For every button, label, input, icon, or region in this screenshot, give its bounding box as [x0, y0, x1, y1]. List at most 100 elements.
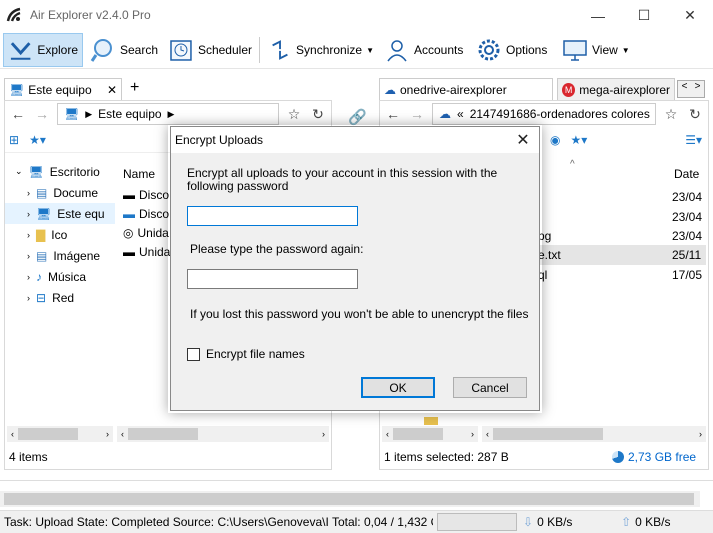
synchronize-button[interactable]: Synchronize ▼	[264, 33, 378, 67]
pictures-icon: ▤	[36, 248, 48, 263]
view-label: View	[592, 43, 618, 57]
desktop-icon: 🖥	[28, 164, 44, 179]
scheduler-label: Scheduler	[197, 43, 252, 57]
chevron-right-icon: ▶	[167, 108, 175, 119]
encrypt-filenames-checkbox[interactable]	[187, 348, 200, 361]
add-tab-button[interactable]: +	[130, 79, 139, 97]
encrypt-filenames-option[interactable]: Encrypt file names	[187, 348, 305, 361]
list-horizontal-scrollbar[interactable]: ‹ ›	[482, 426, 706, 442]
view-button[interactable]: View ▼	[558, 33, 636, 67]
network-icon: ⊟	[36, 290, 47, 305]
forward-icon[interactable]: →	[408, 105, 426, 123]
tree-horizontal-scrollbar[interactable]: ‹ ›	[382, 426, 478, 442]
tab-mega[interactable]: M mega-airexplorer	[557, 78, 675, 100]
computer-icon: 🖥	[36, 206, 52, 221]
tab-label: mega-airexplorer	[579, 82, 670, 97]
scroll-left-icon[interactable]: ‹	[117, 429, 128, 439]
back-icon[interactable]: ←	[9, 105, 27, 123]
scrollbar-thumb[interactable]	[393, 428, 443, 440]
dialog-close-button[interactable]: ✕	[507, 127, 539, 153]
preview-icon[interactable]: ◉	[550, 133, 560, 147]
scrollbar-thumb[interactable]	[128, 428, 198, 440]
tree-item-escritorio[interactable]: ⌄ 🖥 Escritorio	[5, 161, 115, 182]
right-nav-bar: ← → ☁ « 2147491686-ordenadores colores ☆…	[380, 101, 708, 127]
scroll-right-icon[interactable]: ›	[695, 429, 706, 439]
folder-icon	[424, 417, 438, 425]
transfer-link-icon[interactable]: 🔗	[348, 108, 367, 126]
cloud-icon: ☁	[384, 82, 396, 97]
explore-icon	[10, 42, 31, 60]
confirm-password-input[interactable]	[187, 269, 358, 289]
back-icon[interactable]: ←	[384, 105, 402, 123]
favorite-star-icon[interactable]: ☆	[662, 105, 680, 123]
tab-este-equipo[interactable]: 🖥 Este equipo ✕	[4, 78, 122, 100]
checkbox-label: Encrypt file names	[206, 347, 305, 361]
search-button[interactable]: Search	[86, 33, 162, 67]
tree-item-este-equipo[interactable]: › 🖥 Este equ	[5, 203, 115, 224]
scroll-left-icon[interactable]: ‹	[382, 429, 393, 439]
refresh-icon[interactable]: ↻	[686, 105, 704, 123]
column-header-date[interactable]: Date	[674, 167, 699, 181]
tree-horizontal-scrollbar[interactable]: ‹ ›	[7, 426, 113, 442]
path-segment[interactable]: Este equipo	[98, 107, 161, 121]
upload-arrow-icon: ⇧	[621, 515, 632, 529]
folder-icon: ▤	[36, 185, 48, 200]
dialog-title: Encrypt Uploads	[175, 133, 264, 147]
scheduler-icon	[170, 40, 192, 61]
list-view-icon[interactable]: ☰▾	[685, 133, 708, 147]
disc-drive-icon: ◎	[123, 225, 134, 240]
scrollbar-thumb[interactable]	[4, 493, 694, 505]
options-button[interactable]: Options	[472, 33, 556, 67]
tree-item-red[interactable]: › ⊟ Red	[5, 287, 115, 308]
scrollbar-thumb[interactable]	[18, 428, 78, 440]
tab-onedrive[interactable]: ☁ onedrive-airexplorer	[379, 78, 553, 100]
task-status-text: Task: Upload State: Completed Source: C:…	[4, 515, 433, 529]
ok-button[interactable]: OK	[361, 377, 435, 398]
upload-speed: 0 KB/s	[635, 515, 671, 529]
path-overflow[interactable]: «	[457, 107, 464, 121]
left-tab-strip: 🖥 Este equipo ✕ +	[4, 78, 334, 100]
toolbar-divider	[259, 37, 260, 63]
scrollbar-thumb[interactable]	[493, 428, 603, 440]
task-progress-bar	[437, 513, 517, 531]
tab-label: onedrive-airexplorer	[400, 82, 507, 97]
chevron-left-icon[interactable]: <	[678, 81, 691, 97]
scroll-right-icon[interactable]: ›	[102, 429, 113, 439]
scroll-left-icon[interactable]: ‹	[482, 429, 493, 439]
scroll-left-icon[interactable]: ‹	[7, 429, 18, 439]
minimize-button[interactable]: —	[575, 0, 621, 31]
queue-horizontal-scrollbar[interactable]	[0, 491, 700, 507]
refresh-icon[interactable]: ↻	[309, 105, 327, 123]
tree-item-documentos[interactable]: › ▤ Docume	[5, 182, 115, 203]
synchronize-icon	[272, 40, 288, 60]
favorites-icon[interactable]: ★▾	[29, 133, 46, 147]
tree-item-ico[interactable]: › ▇ Ico	[5, 224, 115, 245]
favorite-star-icon[interactable]: ☆	[285, 105, 303, 123]
favorites-icon[interactable]: ★▾	[570, 133, 587, 147]
explore-label: Explore	[37, 43, 78, 57]
explore-button[interactable]: Explore	[3, 33, 83, 67]
tree-item-musica[interactable]: › ♪ Música	[5, 266, 115, 287]
close-window-button[interactable]: ✕	[667, 0, 713, 31]
accounts-button[interactable]: Accounts	[380, 33, 470, 67]
list-horizontal-scrollbar[interactable]: ‹ ›	[117, 426, 329, 442]
close-tab-icon[interactable]: ✕	[107, 83, 117, 97]
right-path-bar[interactable]: ☁ « 2147491686-ordenadores colores	[432, 103, 656, 125]
forward-icon[interactable]: →	[33, 105, 51, 123]
scroll-right-icon[interactable]: ›	[318, 429, 329, 439]
chevron-right-icon[interactable]: >	[691, 81, 704, 97]
chevron-down-icon: ▼	[366, 45, 374, 55]
scheduler-button[interactable]: Scheduler	[164, 33, 256, 67]
cancel-button[interactable]: Cancel	[453, 377, 527, 398]
task-status-bar: Task: Upload State: Completed Source: C:…	[0, 510, 713, 533]
scroll-right-icon[interactable]: ›	[467, 429, 478, 439]
left-path-bar[interactable]: 🖥 ▶ Este equipo ▶	[57, 103, 279, 125]
password-input[interactable]	[187, 206, 358, 226]
path-segment[interactable]: 2147491686-ordenadores colores	[470, 107, 650, 121]
dialog-prompt-password: Encrypt all uploads to your account in t…	[187, 166, 498, 193]
tree-item-imagenes[interactable]: › ▤ Imágene	[5, 245, 115, 266]
maximize-button[interactable]: ☐	[621, 0, 667, 31]
tree-view-icon[interactable]: ⊞	[9, 133, 19, 147]
folder-icon: ▇	[36, 227, 46, 242]
chevron-down-icon: ▼	[621, 45, 630, 55]
